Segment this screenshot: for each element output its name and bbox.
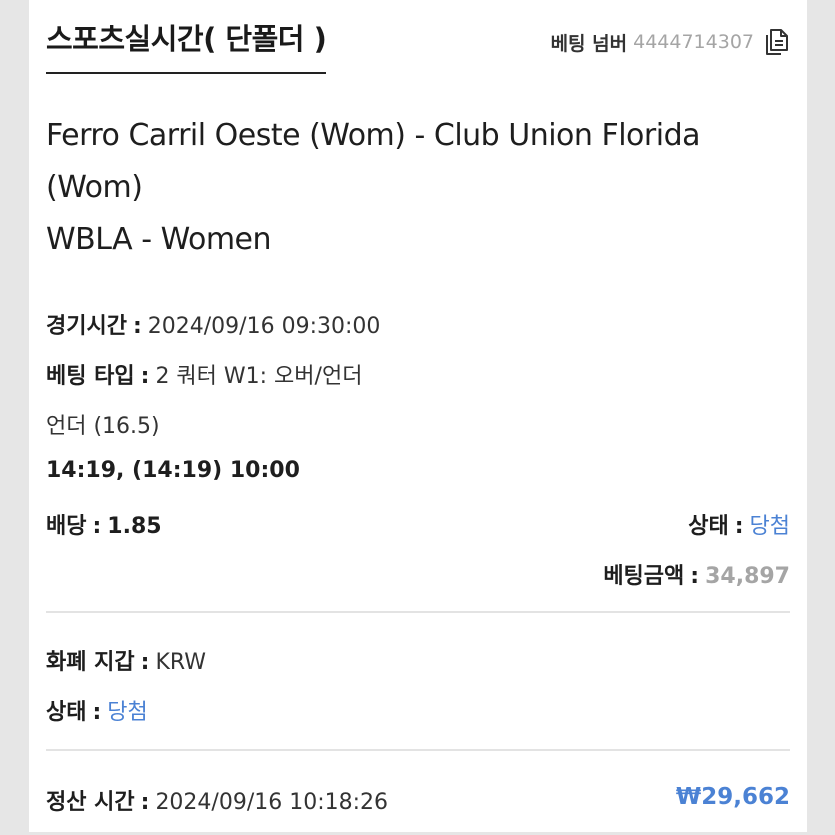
bet-card: 스포츠실시간( 단폴더 ) 베팅 넘버 4444714307 Ferro Car…: [29, 0, 807, 832]
score-value: 14:19, (14:19) 10:00: [46, 458, 300, 483]
bet-type-label: 베팅 타입: [46, 364, 135, 389]
wallet-status-label: 상태: [46, 700, 87, 725]
page-title[interactable]: 스포츠실시간( 단폴더 ): [46, 16, 327, 74]
odds-label: 배당: [46, 514, 87, 539]
bet-type-row: 베팅 타입:2 쿼터 W1: 오버/언더: [46, 364, 363, 389]
status-row: 상태: 당첨: [688, 514, 790, 539]
settlement-time-label: 정산 시간: [46, 790, 135, 815]
selection-value: 언더 (16.5): [46, 414, 160, 439]
game-time-value: 2024/09/16 09:30:00: [147, 314, 381, 339]
match-teams: Ferro Carril Oeste (Wom) - Club Union Fl…: [46, 118, 701, 205]
game-time-label: 경기시간: [46, 314, 127, 339]
bet-amount-value: 34,897: [705, 564, 790, 589]
game-time-row: 경기시간:2024/09/16 09:30:00: [46, 314, 381, 339]
currency-label: 화폐 지갑: [46, 650, 135, 675]
settlement-time-value: 2024/09/16 10:18:26: [155, 790, 389, 815]
currency-value: KRW: [155, 650, 207, 675]
bet-amount-row: 베팅금액:34,897: [603, 564, 790, 589]
status-value: 당첨: [749, 514, 790, 539]
settlement-time-row: 정산 시간:2024/09/16 10:18:26: [46, 790, 389, 815]
divider: [46, 611, 790, 613]
wallet-status-value: 당첨: [107, 700, 148, 725]
copy-icon[interactable]: [764, 28, 790, 56]
payout-amount: ₩29,662: [675, 784, 790, 810]
bet-number: 베팅 넘버 4444714307: [551, 28, 790, 56]
bet-number-label: 베팅 넘버: [550, 32, 628, 55]
odds-row: 배당:1.85: [46, 514, 162, 539]
currency-row: 화폐 지갑: KRW: [46, 650, 207, 675]
selection-row: 언더 (16.5): [46, 408, 160, 440]
bet-number-value: 4444714307: [633, 31, 754, 53]
card-header: 스포츠실시간( 단폴더 ) 베팅 넘버 4444714307: [46, 0, 790, 74]
status-label: 상태: [688, 514, 729, 539]
bet-type-value: 2 쿼터 W1: 오버/언더: [155, 364, 363, 389]
bet-amount-label: 베팅금액: [603, 564, 685, 589]
league-name: WBLA - Women: [46, 222, 272, 257]
divider: [46, 749, 790, 751]
wallet-status-row: 상태: 당첨: [46, 700, 148, 725]
score-row: 14:19, (14:19) 10:00: [46, 458, 300, 483]
odds-value: 1.85: [107, 514, 162, 539]
